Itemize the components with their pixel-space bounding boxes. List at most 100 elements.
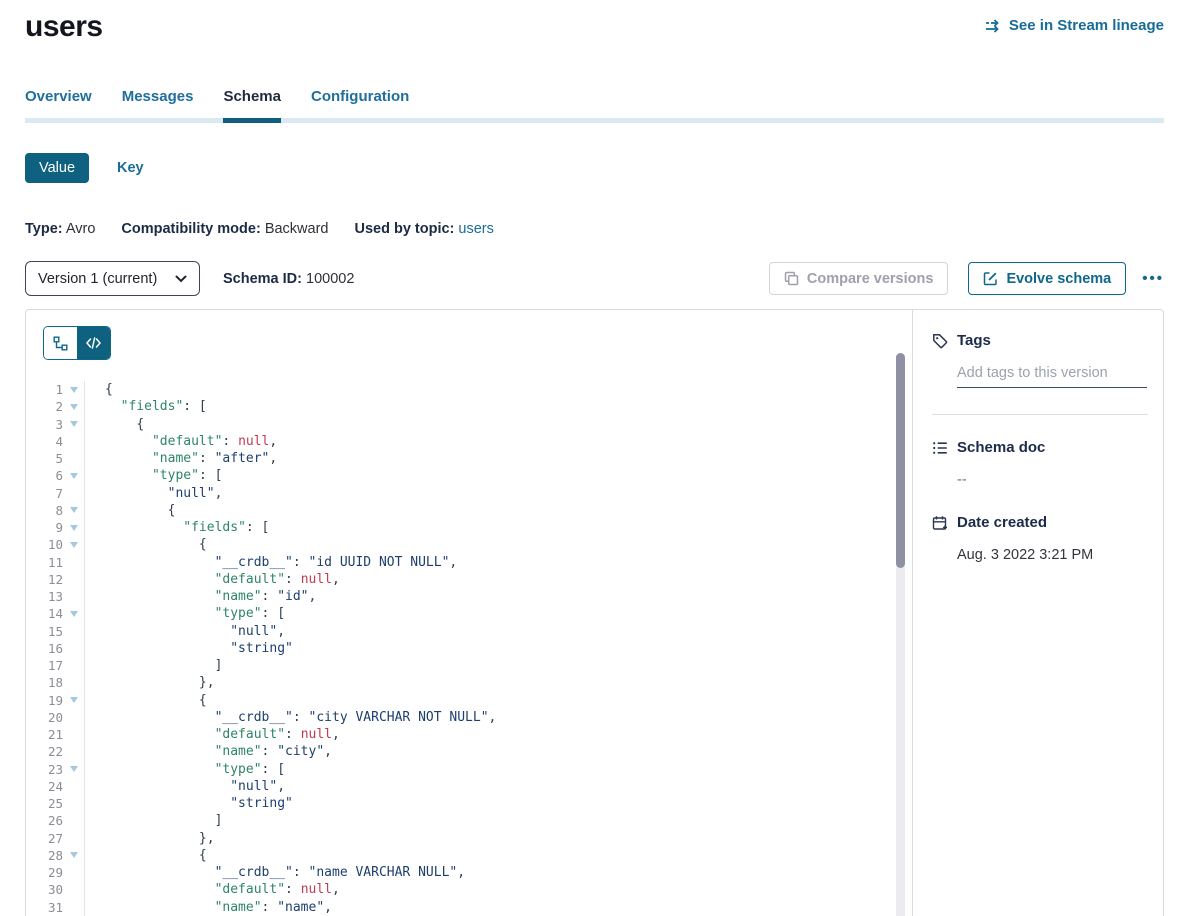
code-line: 15 "null",	[26, 623, 912, 640]
code-text: "name": "after",	[85, 450, 277, 467]
code-view-icon	[86, 337, 101, 349]
code-line: 27 },	[26, 830, 912, 847]
code-line: 1{	[26, 381, 912, 398]
fold-gutter	[63, 726, 85, 743]
code-line: 9 "fields": [	[26, 519, 912, 536]
code-line: 22 "name": "city",	[26, 743, 912, 760]
tab-underline-track	[25, 118, 1164, 123]
code-line: 18 },	[26, 674, 912, 691]
fold-arrow-icon[interactable]	[70, 473, 78, 479]
tab-schema[interactable]: Schema	[223, 88, 281, 118]
code-line: 7 "null",	[26, 485, 912, 502]
line-number: 24	[26, 778, 63, 795]
line-number: 7	[26, 485, 63, 502]
value-key-toggle: Value Key	[25, 153, 1164, 183]
fold-gutter	[63, 743, 85, 760]
compare-versions-button[interactable]: Compare versions	[769, 262, 949, 295]
fold-gutter	[63, 416, 85, 433]
meta-type-value: Avro	[66, 221, 96, 237]
code-line: 3 {	[26, 416, 912, 433]
more-actions-button[interactable]: •••	[1142, 270, 1164, 287]
code-text: },	[85, 830, 215, 847]
code-text: "null",	[85, 485, 222, 502]
code-text: "type": [	[85, 467, 222, 484]
tab-bar: Overview Messages Schema Configuration	[25, 88, 1164, 118]
code-line: 2 "fields": [	[26, 398, 912, 415]
fold-arrow-icon[interactable]	[70, 525, 78, 531]
fold-arrow-icon[interactable]	[70, 766, 78, 772]
fold-gutter	[63, 847, 85, 864]
code-line: 11 "__crdb__": "id UUID NOT NULL",	[26, 554, 912, 571]
scrollbar-thumb[interactable]	[896, 353, 905, 568]
code-text: "string"	[85, 640, 293, 657]
key-toggle-button[interactable]: Key	[117, 160, 144, 176]
line-number: 23	[26, 761, 63, 778]
fold-arrow-icon[interactable]	[70, 387, 78, 393]
fold-gutter	[63, 881, 85, 898]
line-number: 3	[26, 416, 63, 433]
line-number: 21	[26, 726, 63, 743]
fold-gutter	[63, 467, 85, 484]
line-number: 27	[26, 830, 63, 847]
code-line: 31 "name": "name",	[26, 899, 912, 916]
line-number: 13	[26, 588, 63, 605]
sidebar-divider	[932, 414, 1148, 415]
line-number: 5	[26, 450, 63, 467]
fold-gutter	[63, 657, 85, 674]
line-number: 28	[26, 847, 63, 864]
schema-meta-row: Type: Avro Compatibility mode: Backward …	[25, 221, 1164, 237]
code-line: 4 "default": null,	[26, 433, 912, 450]
code-text: "type": [	[85, 605, 285, 622]
code-line: 5 "name": "after",	[26, 450, 912, 467]
fold-arrow-icon[interactable]	[70, 507, 78, 513]
code-text: "type": [	[85, 761, 285, 778]
code-line: 8 {	[26, 502, 912, 519]
fold-arrow-icon[interactable]	[70, 542, 78, 548]
tree-view-button[interactable]	[44, 327, 77, 359]
code-line: 10 {	[26, 536, 912, 553]
line-number: 25	[26, 795, 63, 812]
fold-gutter	[63, 485, 85, 502]
line-number: 14	[26, 605, 63, 622]
tab-messages[interactable]: Messages	[122, 88, 194, 118]
tags-input[interactable]	[957, 363, 1147, 388]
code-text: ]	[85, 812, 222, 829]
fold-gutter	[63, 588, 85, 605]
tab-configuration[interactable]: Configuration	[311, 88, 409, 118]
schema-doc-value: --	[957, 472, 1148, 488]
fold-arrow-icon[interactable]	[70, 421, 78, 427]
meta-compatibility: Compatibility mode: Backward	[121, 221, 328, 237]
code-line: 16 "string"	[26, 640, 912, 657]
code-text: {	[85, 692, 207, 709]
date-created-section: Date created Aug. 3 2022 3:21 PM	[932, 514, 1148, 563]
code-line: 26 ]	[26, 812, 912, 829]
topic-link[interactable]: users	[458, 221, 493, 237]
meta-compat-label: Compatibility mode:	[121, 221, 260, 237]
code-text: {	[85, 381, 113, 398]
meta-used-by-topic: Used by topic: users	[354, 221, 493, 237]
compare-icon	[784, 271, 799, 286]
fold-gutter	[63, 398, 85, 415]
code-text: "name": "id",	[85, 588, 316, 605]
code-text: "default": null,	[85, 881, 340, 898]
fold-gutter	[63, 864, 85, 881]
meta-compat-value: Backward	[265, 221, 329, 237]
tag-icon	[932, 333, 948, 349]
value-toggle-button[interactable]: Value	[25, 153, 89, 183]
version-select[interactable]: Version 1 (current)	[25, 261, 200, 296]
evolve-schema-button[interactable]: Evolve schema	[968, 262, 1126, 295]
editor-scrollbar[interactable]	[896, 353, 905, 916]
fold-arrow-icon[interactable]	[70, 611, 78, 617]
tab-overview[interactable]: Overview	[25, 88, 92, 118]
line-number: 26	[26, 812, 63, 829]
code-view-button[interactable]	[77, 327, 110, 359]
code-line: 13 "name": "id",	[26, 588, 912, 605]
code-text: "__crdb__": "city VARCHAR NOT NULL",	[85, 709, 496, 726]
line-number: 31	[26, 899, 63, 916]
fold-arrow-icon[interactable]	[70, 852, 78, 858]
fold-arrow-icon[interactable]	[70, 404, 78, 410]
fold-gutter	[63, 812, 85, 829]
view-mode-toggle	[43, 326, 111, 360]
fold-arrow-icon[interactable]	[70, 697, 78, 703]
stream-lineage-link[interactable]: See in Stream lineage	[985, 17, 1164, 34]
